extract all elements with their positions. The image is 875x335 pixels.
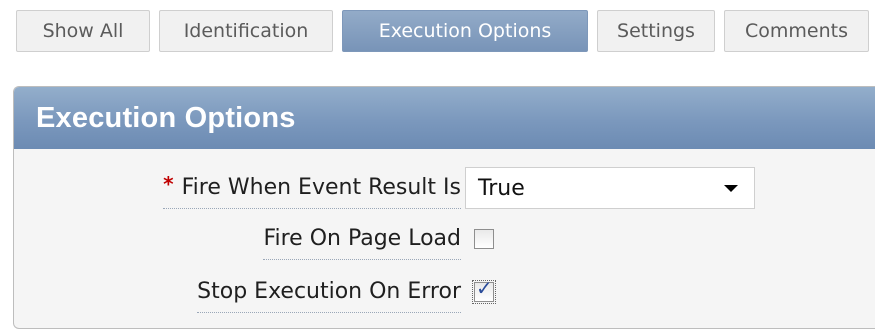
fire-on-page-load-checkbox[interactable] xyxy=(474,229,494,249)
stop-execution-label: Stop Execution On Error xyxy=(197,271,461,313)
checkmark-icon: ✓ xyxy=(476,276,493,300)
page-root: Show All Identification Execution Option… xyxy=(0,0,875,335)
stop-execution-label-text: Stop Execution On Error xyxy=(197,279,461,304)
region-header: Execution Options xyxy=(14,87,875,149)
tab-show-all[interactable]: Show All xyxy=(16,10,150,52)
fire-when-label: * Fire When Event Result Is xyxy=(163,167,461,209)
tab-settings[interactable]: Settings xyxy=(597,10,715,52)
execution-options-region: Execution Options * Fire When Event Resu… xyxy=(13,86,875,329)
region-title: Execution Options xyxy=(36,101,296,134)
fire-when-select[interactable]: True xyxy=(465,167,755,209)
tab-identification[interactable]: Identification xyxy=(159,10,333,52)
tab-comments[interactable]: Comments xyxy=(724,10,869,52)
fire-when-row: * Fire When Event Result Is True xyxy=(14,167,874,209)
required-asterisk-icon: * xyxy=(163,171,174,196)
dropdown-arrow-icon xyxy=(724,185,738,192)
stop-execution-row: Stop Execution On Error ✓ xyxy=(14,271,874,313)
fire-when-select-value: True xyxy=(478,175,525,201)
fire-on-page-load-label: Fire On Page Load xyxy=(263,218,461,260)
tab-strip: Show All Identification Execution Option… xyxy=(16,10,869,52)
fire-on-page-load-row: Fire On Page Load xyxy=(14,218,874,260)
stop-execution-checkbox[interactable]: ✓ xyxy=(472,278,496,304)
fire-on-page-load-label-text: Fire On Page Load xyxy=(263,226,461,251)
fire-when-label-text: Fire When Event Result Is xyxy=(181,175,461,200)
tab-execution-options[interactable]: Execution Options xyxy=(342,10,588,52)
